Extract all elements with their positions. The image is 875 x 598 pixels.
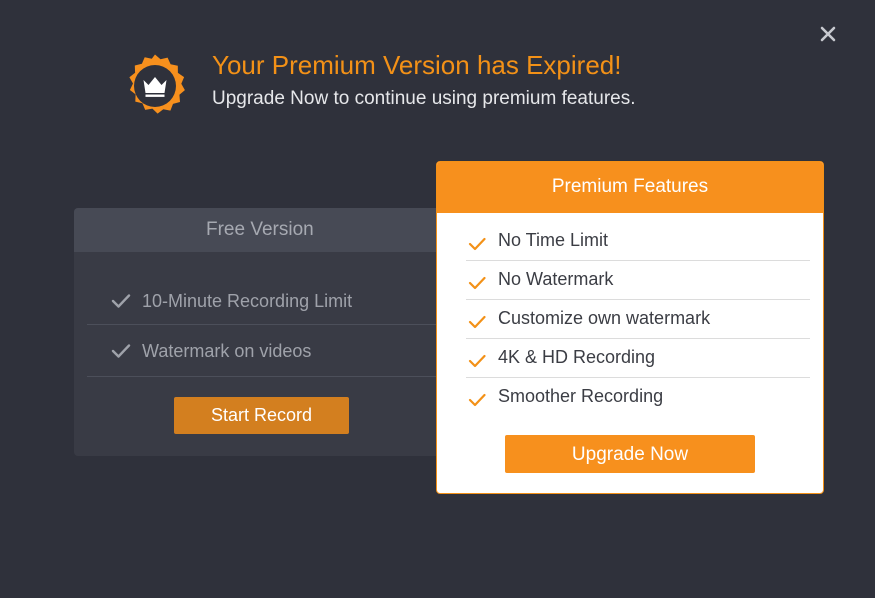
premium-feature-label: 4K & HD Recording: [498, 347, 656, 367]
check-icon: [468, 276, 486, 290]
premium-feature-label: Smoother Recording: [498, 386, 664, 406]
free-feature-label: Watermark on videos: [142, 341, 312, 361]
premium-feature-item: No Time Limit: [466, 222, 810, 261]
premium-features-title: Premium Features: [437, 162, 823, 213]
crown-icon: [129, 54, 185, 114]
dialog-subtitle: Upgrade Now to continue using premium fe…: [212, 88, 636, 109]
premium-feature-list: No Time Limit No Watermark Customize own…: [466, 222, 810, 416]
premium-badge: [122, 53, 188, 119]
check-icon: [111, 344, 131, 358]
premium-feature-item: Smoother Recording: [466, 378, 810, 416]
premium-feature-label: No Time Limit: [498, 230, 609, 250]
upgrade-dialog: Your Premium Version has Expired! Upgrad…: [0, 0, 875, 598]
free-feature-label: 10-Minute Recording Limit: [142, 291, 353, 311]
check-icon: [468, 315, 486, 329]
free-feature-list: 10-Minute Recording Limit Watermark on v…: [87, 276, 445, 377]
premium-feature-item: 4K & HD Recording: [466, 339, 810, 378]
free-version-title: Free Version: [74, 208, 446, 252]
start-record-button[interactable]: Start Record: [174, 397, 349, 434]
close-button[interactable]: [816, 22, 840, 46]
upgrade-now-button[interactable]: Upgrade Now: [505, 435, 755, 473]
close-icon: [820, 26, 836, 42]
premium-feature-item: Customize own watermark: [466, 300, 810, 339]
free-feature-item: 10-Minute Recording Limit: [87, 276, 445, 325]
free-version-card: Free Version 10-Minute Recording Limit W…: [74, 208, 446, 456]
check-icon: [468, 237, 486, 251]
premium-feature-label: No Watermark: [498, 269, 614, 289]
dialog-title: Your Premium Version has Expired!: [212, 50, 622, 80]
premium-features-card: Premium Features No Time Limit No Waterm…: [436, 161, 824, 494]
check-icon: [111, 294, 131, 308]
premium-feature-label: Customize own watermark: [498, 308, 711, 328]
check-icon: [468, 354, 486, 368]
premium-feature-item: No Watermark: [466, 261, 810, 300]
check-icon: [468, 393, 486, 407]
free-feature-item: Watermark on videos: [87, 325, 445, 377]
